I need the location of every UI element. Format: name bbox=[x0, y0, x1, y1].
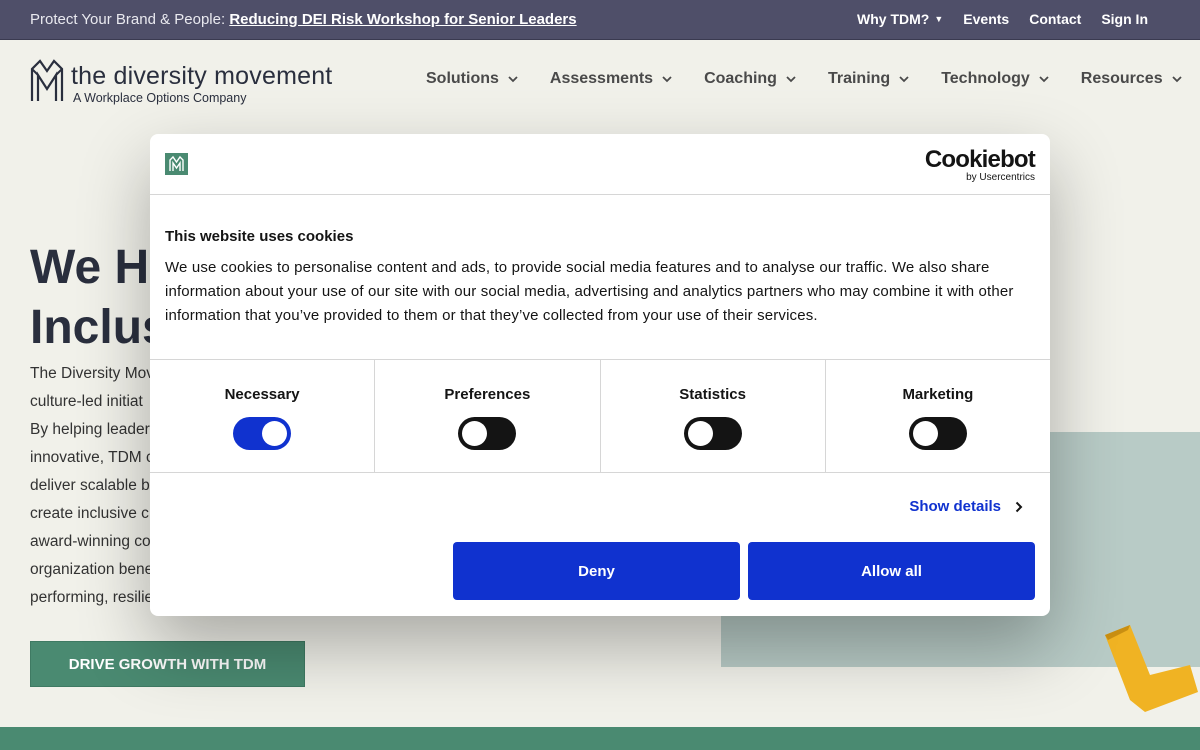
category-preferences: Preferences bbox=[375, 360, 601, 472]
nav-training[interactable]: Training bbox=[828, 70, 909, 88]
promo-link[interactable]: Reducing DEI Risk Workshop for Senior Le… bbox=[229, 11, 576, 28]
category-label: Necessary bbox=[224, 386, 300, 403]
top-bar: Protect Your Brand & People: Reducing DE… bbox=[0, 0, 1200, 40]
toggle-knob bbox=[262, 421, 288, 446]
cookie-consent-dialog: Cookiebot by Usercentrics This website u… bbox=[150, 134, 1050, 616]
nav-label: Solutions bbox=[426, 70, 499, 87]
chevron-down-icon bbox=[786, 76, 796, 83]
events-link[interactable]: Events bbox=[963, 11, 1009, 27]
caret-down-icon: ▼ bbox=[934, 14, 944, 24]
contact-link[interactable]: Contact bbox=[1029, 11, 1081, 27]
decorative-shape-icon bbox=[1105, 625, 1198, 712]
why-tdm-label: Why TDM? bbox=[857, 11, 930, 27]
category-marketing: Marketing bbox=[826, 360, 1050, 472]
cookie-dialog-header: Cookiebot by Usercentrics bbox=[150, 134, 1050, 195]
cookie-dialog-description: We use cookies to personalise content an… bbox=[165, 259, 1014, 324]
show-details-label: Show details bbox=[909, 498, 1001, 515]
category-label: Statistics bbox=[679, 386, 746, 403]
logo-name: the diversity movement bbox=[71, 62, 333, 90]
necessary-toggle[interactable] bbox=[233, 417, 292, 450]
nav-label: Training bbox=[827, 70, 891, 87]
chevron-down-icon bbox=[662, 76, 672, 83]
nav-assessments[interactable]: Assessments bbox=[550, 70, 672, 88]
nav-technology[interactable]: Technology bbox=[941, 70, 1049, 88]
promo-prefix: Protect Your Brand & People: bbox=[30, 11, 226, 28]
logo-subtitle: A Workplace Options Company bbox=[73, 91, 247, 105]
logo-mark-icon bbox=[30, 59, 64, 101]
nav-coaching[interactable]: Coaching bbox=[704, 70, 796, 88]
chevron-down-icon bbox=[899, 76, 909, 83]
marketing-toggle[interactable] bbox=[908, 417, 967, 450]
allow-all-button[interactable]: Allow all bbox=[748, 542, 1035, 600]
nav-solutions[interactable]: Solutions bbox=[426, 70, 518, 88]
main-nav: Solutions Assessments Coaching Training … bbox=[426, 70, 1182, 88]
deny-button[interactable]: Deny bbox=[453, 542, 740, 600]
why-tdm-link[interactable]: Why TDM? ▼ bbox=[857, 11, 943, 27]
cookiebot-brand: Cookiebot bbox=[924, 146, 1036, 173]
chevron-right-icon bbox=[1015, 501, 1023, 512]
statistics-toggle[interactable] bbox=[683, 417, 742, 450]
toggle-knob bbox=[912, 421, 938, 446]
category-label: Marketing bbox=[902, 386, 974, 403]
footer-band bbox=[0, 727, 1200, 750]
site-logo-icon bbox=[165, 153, 188, 175]
cookiebot-brand-sub: by Usercentrics bbox=[966, 172, 1035, 183]
nav-label: Assessments bbox=[549, 70, 654, 87]
preferences-toggle[interactable] bbox=[458, 417, 517, 450]
promo-banner: Protect Your Brand & People: Reducing DE… bbox=[30, 11, 577, 28]
toggle-knob bbox=[462, 421, 488, 446]
drive-growth-button[interactable]: DRIVE GROWTH WITH TDM bbox=[30, 641, 305, 687]
nav-label: Coaching bbox=[704, 70, 777, 87]
category-label: Preferences bbox=[444, 386, 531, 403]
cookie-dialog-title: This website uses cookies bbox=[165, 228, 354, 245]
show-details-link[interactable]: Show details bbox=[909, 498, 1023, 515]
chevron-down-icon bbox=[508, 76, 518, 83]
category-necessary: Necessary bbox=[150, 360, 376, 472]
nav-resources[interactable]: Resources bbox=[1081, 70, 1182, 88]
nav-label: Resources bbox=[1080, 70, 1163, 87]
category-statistics: Statistics bbox=[601, 360, 826, 472]
chevron-down-icon bbox=[1171, 76, 1182, 83]
nav-label: Technology bbox=[941, 70, 1030, 87]
utility-nav: Why TDM? ▼ Events Contact Sign In bbox=[857, 11, 1148, 27]
sign-in-link[interactable]: Sign In bbox=[1101, 11, 1148, 27]
cookie-categories: Necessary Preferences Statistics Marketi… bbox=[150, 359, 1050, 473]
chevron-down-icon bbox=[1039, 76, 1049, 83]
cookiebot-logo[interactable]: Cookiebot by Usercentrics bbox=[924, 146, 1036, 184]
site-logo[interactable]: the diversity movement A Workplace Optio… bbox=[30, 59, 340, 109]
toggle-knob bbox=[687, 421, 713, 446]
